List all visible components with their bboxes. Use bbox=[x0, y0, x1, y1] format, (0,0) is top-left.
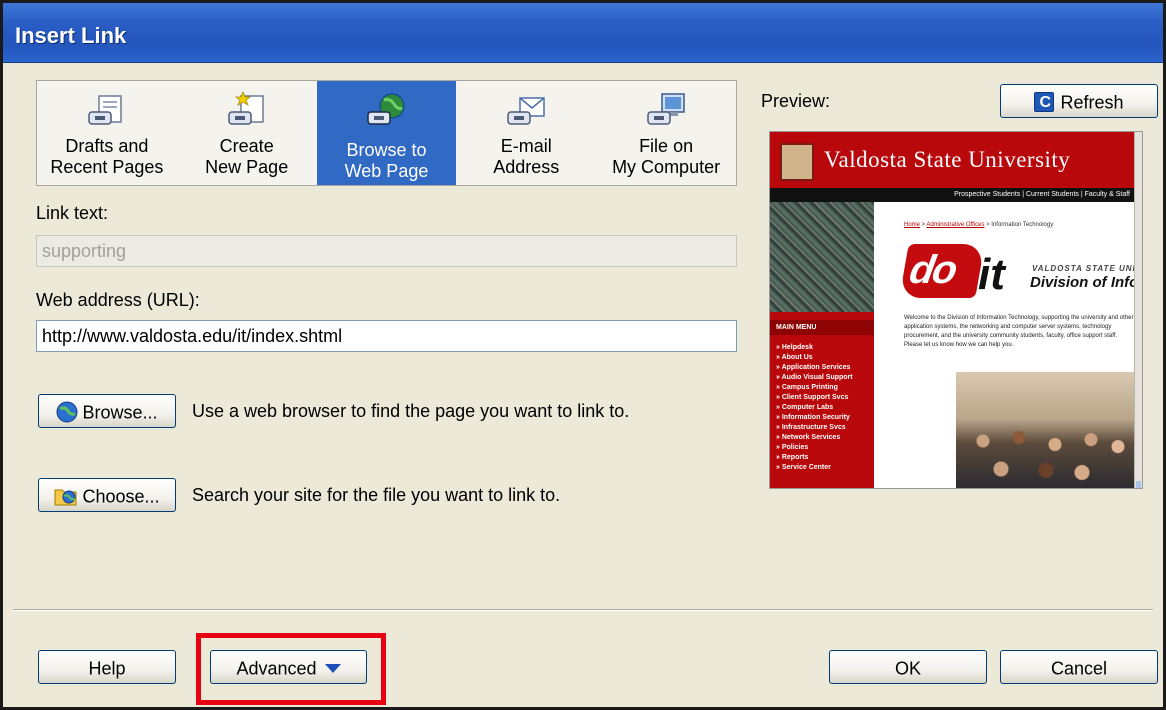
link-text-field: supporting bbox=[36, 235, 737, 267]
preview-menu-header: MAIN MENU bbox=[770, 320, 874, 335]
preview-site-header: Valdosta State University bbox=[770, 132, 1136, 188]
link-type-label: File on My Computer bbox=[612, 136, 721, 177]
globe-icon bbox=[56, 401, 78, 423]
preview-menu-item: » Service Center bbox=[776, 464, 831, 471]
preview-page-body: Home > Administrative Offices > Informat… bbox=[874, 202, 1142, 488]
link-type-label: Create New Page bbox=[205, 136, 289, 177]
dialog-title: Insert Link bbox=[15, 23, 127, 48]
doit-logo: do bbox=[899, 244, 985, 298]
help-button-label: Help bbox=[88, 658, 126, 679]
preview-menu-item: » Application Services bbox=[776, 364, 851, 371]
choose-description: Search your site for the file you want t… bbox=[192, 485, 561, 505]
ok-button-label: OK bbox=[894, 658, 921, 679]
preview-welcome-text: Welcome to the Division of Information T… bbox=[904, 315, 1134, 348]
insert-link-dialog: Insert Link Drafts and Recent Pages Crea… bbox=[0, 0, 1166, 710]
preview-menu-item: » Client Support Svcs bbox=[776, 394, 849, 401]
preview-menu-item: » Campus Printing bbox=[776, 384, 838, 391]
choose-button[interactable]: Choose... bbox=[38, 478, 176, 512]
choose-button-label: Choose... bbox=[82, 486, 160, 507]
preview-menu-item: » Audio Visual Support bbox=[776, 374, 853, 381]
ok-button[interactable]: OK bbox=[829, 650, 987, 684]
preview-breadcrumb: Home > Administrative Offices > Informat… bbox=[904, 222, 1054, 228]
computer-link-icon bbox=[647, 93, 685, 125]
preview-site-title: Valdosta State University bbox=[824, 147, 1071, 172]
url-label: Web address (URL): bbox=[36, 290, 200, 310]
preview-staff-photo bbox=[956, 372, 1136, 488]
preview-menu-item: » Information Security bbox=[776, 414, 850, 421]
browse-description: Use a web browser to find the page you w… bbox=[192, 401, 630, 421]
preview-scrollbar[interactable] bbox=[1134, 132, 1142, 488]
link-type-file-computer[interactable]: File on My Computer bbox=[596, 81, 736, 185]
link-type-browse-web[interactable]: Browse to Web Page bbox=[316, 81, 457, 185]
preview-menu-item: » Policies bbox=[776, 444, 809, 451]
url-input[interactable]: http://www.valdosta.edu/it/index.shtml bbox=[36, 320, 737, 352]
preview-logo-university: VALDOSTA STATE UNIV bbox=[1032, 264, 1143, 273]
browse-button[interactable]: Browse... bbox=[38, 394, 176, 428]
help-button[interactable]: Help bbox=[38, 650, 176, 684]
title-bar[interactable]: Insert Link bbox=[3, 3, 1163, 63]
web-page-preview[interactable]: Valdosta State University Prospective St… bbox=[769, 131, 1143, 489]
link-type-drafts[interactable]: Drafts and Recent Pages bbox=[37, 81, 177, 185]
preview-division-title: Division of Infor bbox=[1030, 274, 1143, 291]
refresh-button-label: Refresh bbox=[1060, 92, 1124, 113]
preview-main-menu: MAIN MENU » Helpdesk » About Us » Applic… bbox=[770, 312, 874, 488]
link-type-label: E-mail Address bbox=[493, 136, 560, 177]
preview-label: Preview: bbox=[761, 91, 831, 111]
preview-menu-item: » Infrastructure Svcs bbox=[776, 424, 846, 431]
link-type-label: Drafts and Recent Pages bbox=[50, 136, 164, 177]
preview-menu-item: » Helpdesk bbox=[776, 344, 813, 351]
refresh-button[interactable]: Refresh bbox=[1000, 84, 1158, 119]
highlight-box bbox=[196, 633, 386, 705]
preview-menu-item: » Computer Labs bbox=[776, 404, 834, 411]
doit-logo-it: it bbox=[978, 250, 1005, 299]
link-type-new-page[interactable]: Create New Page bbox=[177, 81, 317, 185]
preview-menu-item: » Network Services bbox=[776, 434, 841, 441]
new-page-link-icon bbox=[227, 90, 264, 125]
preview-top-nav: Prospective Students | Current Students … bbox=[770, 188, 1136, 202]
cancel-button-label: Cancel bbox=[1050, 658, 1108, 679]
browse-button-label: Browse... bbox=[82, 402, 158, 423]
refresh-icon bbox=[1034, 87, 1055, 119]
folder-icon bbox=[54, 489, 77, 506]
link-type-label: Browse to Web Page bbox=[344, 140, 429, 181]
link-type-selector: Drafts and Recent Pages Create New Page … bbox=[36, 80, 737, 186]
link-type-email[interactable]: E-mail Address bbox=[456, 81, 596, 185]
cancel-button[interactable]: Cancel bbox=[1000, 650, 1158, 684]
preview-side-image bbox=[770, 202, 874, 312]
web-globe-link-icon bbox=[367, 93, 406, 125]
link-text-label: Link text: bbox=[36, 203, 109, 223]
preview-menu-item: » About Us bbox=[776, 354, 813, 361]
university-seal-icon bbox=[780, 143, 814, 181]
email-link-icon bbox=[507, 97, 546, 125]
drafts-link-icon bbox=[88, 95, 122, 125]
preview-menu-item: » Reports bbox=[776, 454, 809, 461]
footer-separator bbox=[13, 609, 1153, 611]
